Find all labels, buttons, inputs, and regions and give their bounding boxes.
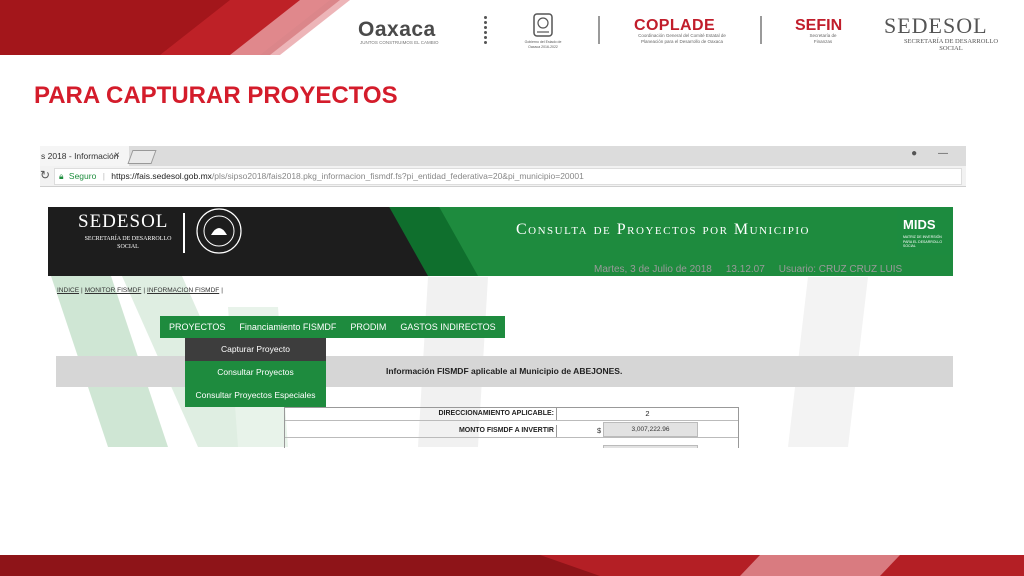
reload-icon[interactable]: ↻ <box>40 168 50 182</box>
lock-icon: 🔒︎ <box>59 171 64 181</box>
url-host: https://fais.sedesol.gob.mx <box>111 171 212 181</box>
session-info: Martes, 3 de Julio de 2018 13.12.07 Usuari… <box>594 264 916 275</box>
proyectos-dropdown: Capturar Proyecto Consultar Proyectos Co… <box>185 338 326 407</box>
menu-financiamiento-fismdf[interactable]: Financiamiento FISMDF <box>232 316 343 338</box>
banner-divider <box>183 213 185 253</box>
bottom-band-shapes <box>0 555 1024 576</box>
bottom-decorative-band <box>0 555 1024 576</box>
link-indice[interactable]: INDICE <box>57 287 79 294</box>
link-informacion-fismdf[interactable]: INFORMACION FISMDF <box>147 287 219 294</box>
menu-proyectos[interactable]: PROYECTOS <box>162 316 232 338</box>
dotted-divider <box>484 16 488 46</box>
profile-icon[interactable]: ● <box>911 148 917 159</box>
top-decorative-band <box>0 0 1024 55</box>
oaxaca-logo-subtitle: JUNTOS CONSTRUIMOS EL CAMBIO <box>360 40 439 45</box>
oaxaca-logo: Oaxaca <box>358 18 436 41</box>
banner-title: Consulta de Proyectos por Municipio <box>516 221 810 238</box>
address-bar: ↻ 🔒︎ Seguro | https://fais.sedesol.gob.m… <box>40 166 966 187</box>
url-separator: | <box>102 171 105 181</box>
coplade-subtitle: Coordinación General del Comité Estatal … <box>638 33 726 44</box>
table-row: DIRECCIONAMIENTO APLICABLE: 2 <box>285 408 738 421</box>
banner-sedesol-subtitle: SECRETARÍA DE DESARROLLO SOCIAL <box>84 236 172 250</box>
browser-tab-bar: s 2018 - Información × ● — <box>40 146 966 166</box>
current-time: 13.12.07 <box>725 264 765 275</box>
mexico-emblem-icon <box>196 208 242 254</box>
tab-close-icon[interactable]: × <box>114 146 120 166</box>
fismdf-table: DIRECCIONAMIENTO APLICABLE: 2 MONTO FISM… <box>284 407 739 448</box>
monto-label: MONTO FISMDF A INVERTIR <box>285 425 557 437</box>
mids-title: MIDS <box>903 217 936 232</box>
next-field[interactable] <box>603 445 698 448</box>
currency-symbol: $ <box>597 426 602 435</box>
dropdown-capturar-proyecto[interactable]: Capturar Proyecto <box>185 338 326 361</box>
banner-sedesol-logo: SEDESOL <box>78 211 169 232</box>
breadcrumb-links: INDICE | MONITOR FISMDF | INFORMACION FISMDF… <box>57 287 223 294</box>
dropdown-consultar-proyectos[interactable]: Consultar Proyectos <box>185 361 326 384</box>
new-tab-button[interactable] <box>127 150 157 164</box>
sedesol-subtitle: SECRETARÍA DE DESARROLLO SOCIAL <box>903 38 999 52</box>
menu-gastos-indirectos[interactable]: GASTOS INDIRECTOS <box>393 316 502 338</box>
sefin-subtitle: Secretaría de Finanzas <box>809 33 837 44</box>
browser-screenshot: s 2018 - Información × ● — ↻ 🔒︎ Seguro |… <box>40 146 966 448</box>
menu-prodim[interactable]: PRODIM <box>343 316 393 338</box>
dropdown-consultar-proyectos-especiales[interactable]: Consultar Proyectos Especiales <box>185 384 326 407</box>
browser-tab[interactable]: s 2018 - Información × <box>40 146 129 166</box>
url-field[interactable]: 🔒︎ Seguro | https://fais.sedesol.gob.mx/… <box>54 168 962 185</box>
sedesol-logo: SEDESOL <box>884 13 988 38</box>
mids-logo: MIDS MATRIZ DE INVERSIÓN PARA EL DESARRO… <box>897 207 953 255</box>
mids-subtitle: MATRIZ DE INVERSIÓN PARA EL DESARROLLO S… <box>903 235 943 248</box>
secure-label: Seguro <box>68 171 97 181</box>
table-row: MONTO FISMDF A INVERTIR $ 3,007,222.96 <box>285 422 738 448</box>
window-controls: ● — <box>893 148 948 159</box>
minimize-icon[interactable]: — <box>938 148 948 159</box>
logo-divider <box>598 16 600 44</box>
link-monitor-fismdf[interactable]: MONITOR FISMDF <box>85 287 142 294</box>
info-text: Información FISMDF aplicable al Municipi… <box>386 366 623 376</box>
oaxaca-seal-icon <box>533 13 553 37</box>
main-menu: PROYECTOS Financiamiento FISMDF PRODIM G… <box>160 316 505 338</box>
monto-field[interactable]: 3,007,222.96 <box>603 422 698 437</box>
direccionamiento-value: 2 <box>645 409 650 418</box>
seal-subtitle: Gobierno del Estado de Oaxaca 2016-2022 <box>524 40 562 49</box>
direccionamiento-label: DIRECCIONAMIENTO APLICABLE: <box>285 408 557 420</box>
web-page: SEDESOL SECRETARÍA DE DESARROLLO SOCIAL … <box>48 187 953 448</box>
slide-title: PARA CAPTURAR PROYECTOS <box>34 82 398 109</box>
current-date: Martes, 3 de Julio de 2018 <box>594 264 712 275</box>
current-user: Usuario: CRUZ CRUZ LUIS <box>778 264 903 275</box>
top-band-shapes <box>0 0 350 55</box>
logo-divider <box>760 16 762 44</box>
url-path: /pls/sipso2018/fais2018.pkg_informacion_… <box>211 171 584 181</box>
tab-title: s 2018 - Información <box>41 151 119 161</box>
